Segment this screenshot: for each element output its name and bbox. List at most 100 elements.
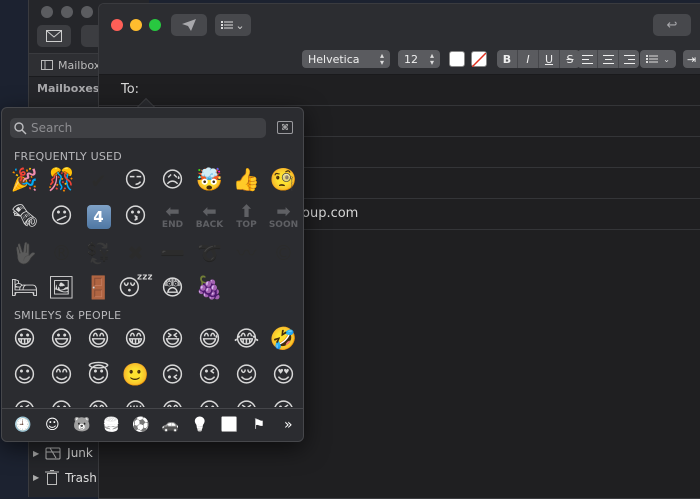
background-color-swatch[interactable]: [471, 51, 487, 68]
emoji-cell[interactable]: 😨: [154, 278, 191, 300]
emoji-cell[interactable]: 🍇: [191, 278, 228, 300]
smiley-icon[interactable]: ☺: [38, 417, 68, 433]
clock-icon[interactable]: 🕘: [8, 417, 38, 433]
bear-icon[interactable]: 🐻: [67, 417, 97, 433]
emoji-cell[interactable]: ⬅ END: [154, 204, 191, 230]
emoji-cell[interactable]: ©: [265, 243, 302, 263]
search-input[interactable]: [27, 120, 253, 136]
emoji-cell[interactable]: 😗: [43, 401, 80, 408]
emoji-cell[interactable]: 😃: [43, 329, 80, 351]
emoji-cell[interactable]: 🎊: [43, 170, 80, 192]
emoji-cell[interactable]: 4: [80, 205, 117, 229]
emoji-cell[interactable]: 😂: [228, 329, 265, 351]
emoji-cell[interactable]: 😌: [228, 365, 265, 387]
disclosure-triangle-icon[interactable]: ▶: [33, 449, 39, 458]
get-mail-button[interactable]: [37, 25, 71, 47]
emoji-cell[interactable]: 😉: [191, 365, 228, 387]
indent-button[interactable]: ⇥: [683, 50, 700, 68]
emoji-cell[interactable]: ➖: [154, 243, 191, 263]
emoji-cell[interactable]: 😗: [117, 206, 154, 228]
emoji-cell[interactable]: 〰: [228, 243, 265, 263]
emoji-cell[interactable]: 😍: [265, 365, 302, 387]
emoji-cell[interactable]: 😋: [154, 401, 191, 408]
emoji-cell[interactable]: ®: [43, 243, 80, 263]
sidebar-item-junk[interactable]: ▶ Junk: [33, 446, 93, 460]
emoji-cell[interactable]: 😝: [228, 401, 265, 408]
zoom-light[interactable]: [149, 19, 161, 31]
align-left-icon[interactable]: [577, 50, 598, 68]
close-light[interactable]: [41, 6, 53, 18]
list-icon: [646, 55, 658, 63]
emoji-cell[interactable]: 😴: [117, 278, 154, 300]
emoji-cell[interactable]: 👍: [228, 170, 265, 192]
emoji-cell[interactable]: 😕: [43, 206, 80, 228]
emoji-glyph: 🎊: [47, 168, 76, 193]
italic-button[interactable]: I: [518, 50, 539, 68]
picker-pointer: [137, 98, 155, 107]
emoji-cell[interactable]: ➰: [191, 243, 228, 263]
emoji-cell[interactable]: 🛏: [6, 278, 43, 300]
text-color-swatch[interactable]: [449, 51, 465, 67]
emoji-cell[interactable]: 🧐: [265, 170, 302, 192]
emoji-cell[interactable]: 🎉: [6, 170, 43, 192]
emoji-cell[interactable]: ✖: [117, 243, 154, 263]
close-light[interactable]: [111, 19, 123, 31]
emoji-cell[interactable]: 😊: [43, 365, 80, 387]
emoji-cell[interactable]: 😇: [80, 365, 117, 387]
emoji-cell[interactable]: 😘: [6, 401, 43, 408]
emoji-cell[interactable]: 😚: [117, 401, 154, 408]
emoji-cell[interactable]: 🚪: [80, 278, 117, 300]
symbols-icon[interactable]: 🔣: [215, 417, 245, 433]
emoji-glyph: 🍇: [195, 276, 224, 301]
character-viewer-icon[interactable]: ⌘: [277, 121, 293, 134]
send-button[interactable]: [171, 14, 207, 36]
car-icon[interactable]: 🚗: [156, 417, 186, 433]
emoji-cell[interactable]: 😛: [191, 401, 228, 408]
reply-button[interactable]: ↩: [653, 14, 691, 36]
underline-button[interactable]: U: [539, 50, 560, 68]
more-icon[interactable]: »: [274, 417, 304, 433]
emoji-cell[interactable]: 🗞: [6, 206, 43, 228]
emoji-cell[interactable]: 💱: [80, 243, 117, 263]
bold-button[interactable]: B: [497, 50, 518, 68]
minimize-light[interactable]: [130, 19, 142, 31]
emoji-search[interactable]: [10, 118, 266, 138]
emoji-cell[interactable]: 😜: [265, 401, 302, 408]
emoji-cell[interactable]: 😄: [80, 329, 117, 351]
emoji-glyph: 😀: [13, 327, 36, 352]
emoji-cell[interactable]: 😀: [6, 329, 43, 351]
emoji-cell[interactable]: 🙂: [117, 365, 154, 387]
emoji-cell[interactable]: 🤣: [265, 329, 302, 351]
emoji-cell[interactable]: ✔: [80, 171, 117, 191]
emoji-cell[interactable]: 😁: [117, 329, 154, 351]
food-icon[interactable]: 🍔: [97, 417, 127, 433]
emoji-cell[interactable]: ⬅ BACK: [191, 204, 228, 230]
bulb-icon[interactable]: 💡: [185, 417, 215, 433]
ball-icon[interactable]: ⚽: [126, 417, 156, 433]
font-size-select[interactable]: 12 ▴ ▾: [398, 50, 440, 68]
emoji-cell[interactable]: ➡ SOON: [265, 204, 302, 230]
align-center-icon[interactable]: [598, 50, 619, 68]
header-fields-button[interactable]: ⌄: [215, 14, 251, 36]
to-field-row[interactable]: To:: [99, 74, 700, 106]
emoji-cell[interactable]: 😙: [80, 401, 117, 408]
emoji-cell[interactable]: 🙃: [154, 365, 191, 387]
emoji-cell[interactable]: 😅: [191, 329, 228, 351]
minimize-light[interactable]: [61, 6, 73, 18]
disclosure-triangle-icon[interactable]: ▶: [33, 473, 39, 482]
emoji-cell[interactable]: 😏: [117, 170, 154, 192]
emoji-cell[interactable]: 🖼: [43, 278, 80, 300]
emoji-cell[interactable]: 😥: [154, 170, 191, 192]
list-style-select[interactable]: ⌄: [640, 50, 676, 68]
emoji-glyph: 😗: [50, 401, 73, 408]
zoom-light[interactable]: [81, 6, 93, 18]
emoji-cell[interactable]: ⬆ TOP: [228, 204, 265, 230]
emoji-cell[interactable]: 😆: [154, 329, 191, 351]
emoji-cell[interactable]: ☺: [6, 365, 43, 387]
emoji-cell[interactable]: 🤯: [191, 170, 228, 192]
font-family-select[interactable]: Helvetica ▴ ▾: [302, 50, 390, 68]
sidebar-item-trash[interactable]: ▶ Trash: [33, 470, 97, 485]
align-right-icon[interactable]: [619, 50, 639, 68]
emoji-cell[interactable]: 🖖: [6, 243, 43, 263]
flag-icon[interactable]: ⚑: [244, 417, 274, 433]
